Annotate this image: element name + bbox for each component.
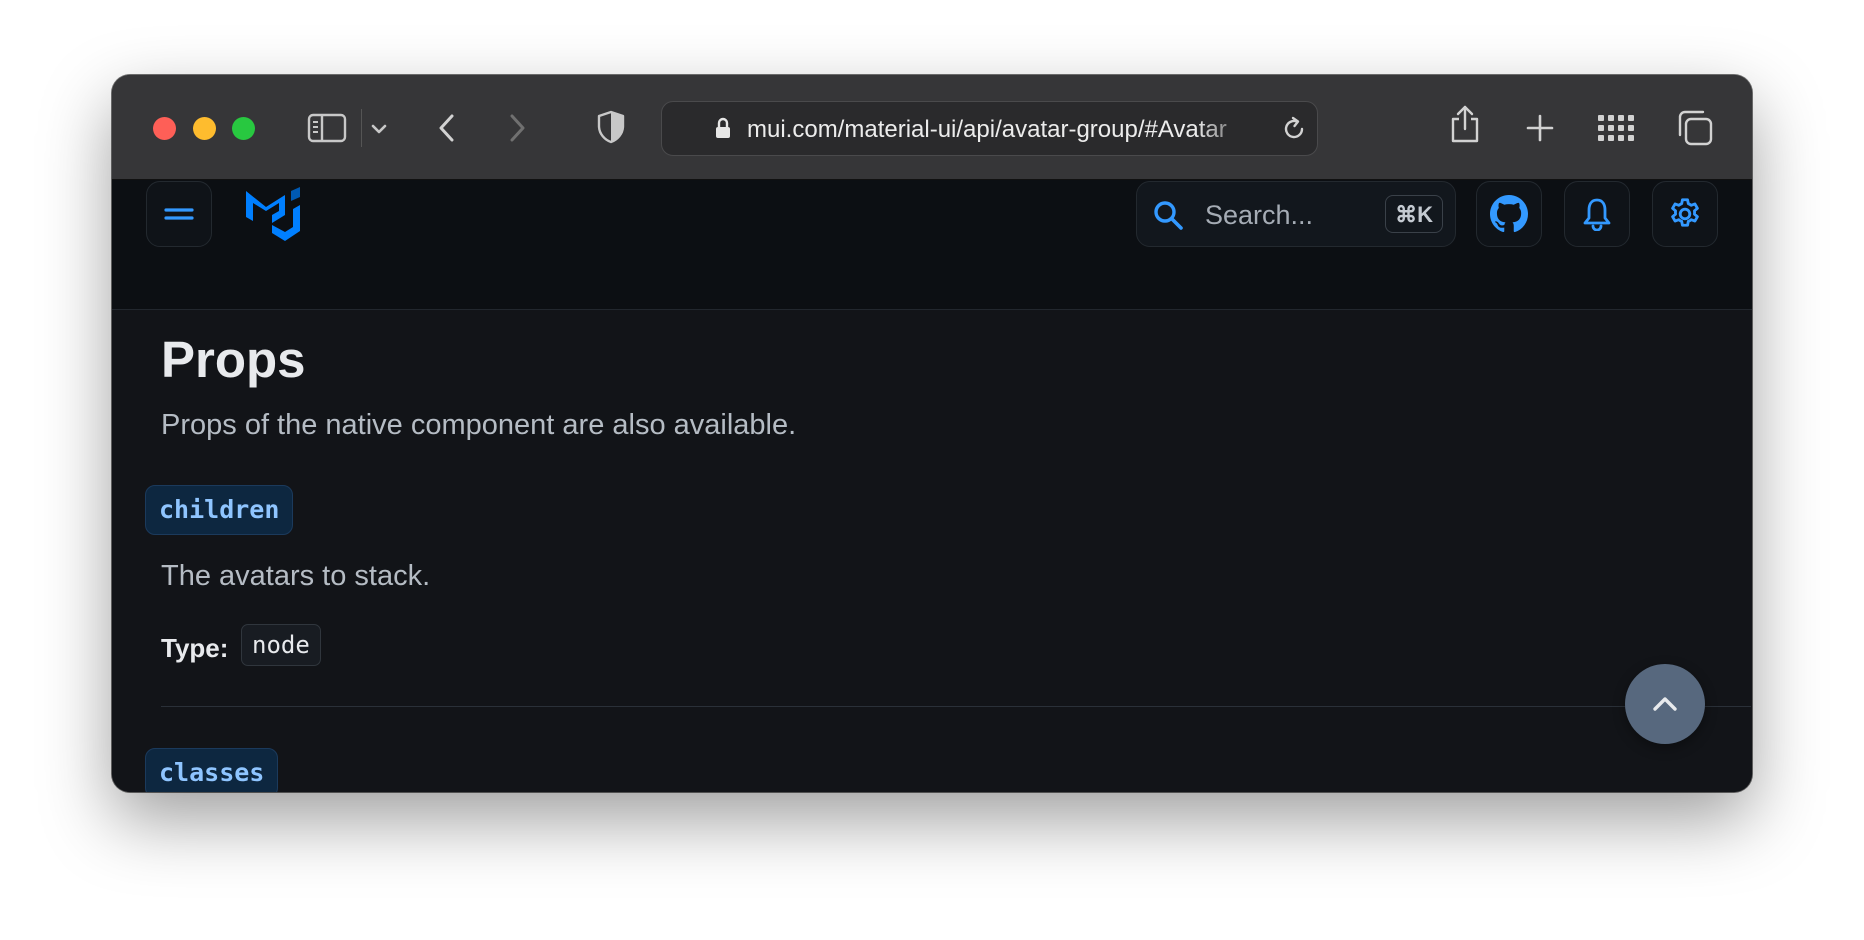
search-placeholder: Search... — [1205, 200, 1314, 230]
section-description: Props of the native component are also a… — [161, 409, 797, 441]
gear-icon — [1667, 196, 1703, 232]
search-shortcut-hint: ⌘K — [1385, 195, 1443, 233]
privacy-shield-icon[interactable] — [596, 109, 626, 145]
settings-button[interactable] — [1652, 181, 1718, 247]
github-button[interactable] — [1476, 181, 1542, 247]
screenshot-stage: mui.com/material-ui/api/avatar-group/#Av… — [0, 0, 1864, 940]
chevron-up-icon — [1650, 694, 1680, 714]
new-tab-icon[interactable] — [1523, 111, 1557, 145]
reload-icon[interactable] — [1280, 115, 1308, 143]
back-icon[interactable] — [434, 111, 460, 145]
sidebar-icon[interactable] — [306, 112, 348, 144]
prop-divider — [161, 706, 1751, 707]
search-icon — [1151, 198, 1185, 232]
prop-type-label: Type: — [161, 633, 229, 663]
lock-icon — [714, 116, 732, 140]
url-text: mui.com/material-ui/api/avatar-group/#Av… — [747, 116, 1227, 143]
notifications-button[interactable] — [1564, 181, 1630, 247]
zoom-window-button[interactable] — [232, 117, 255, 140]
main-content: Props Props of the native component are … — [112, 310, 1752, 792]
menu-button[interactable] — [146, 181, 212, 247]
browser-window: mui.com/material-ui/api/avatar-group/#Av… — [112, 75, 1752, 792]
scroll-to-top-button[interactable] — [1625, 664, 1705, 744]
prop-description: The avatars to stack. — [161, 560, 431, 592]
prop-type-value: node — [241, 624, 321, 666]
mui-logo[interactable] — [243, 186, 309, 242]
bell-icon — [1582, 197, 1612, 231]
grid-icon[interactable] — [1596, 111, 1636, 145]
search-input[interactable]: Search... ⌘K — [1136, 181, 1456, 247]
minimize-window-button[interactable] — [193, 117, 216, 140]
address-bar[interactable]: mui.com/material-ui/api/avatar-group/#Av… — [661, 101, 1318, 156]
tabs-overview-icon[interactable] — [1675, 108, 1715, 148]
forward-icon[interactable] — [504, 111, 530, 145]
chevron-down-icon[interactable] — [368, 119, 390, 139]
prop-name-children[interactable]: children — [145, 485, 294, 535]
github-icon — [1490, 195, 1528, 233]
prop-name-classes[interactable]: classes — [145, 748, 279, 792]
share-icon[interactable] — [1448, 103, 1482, 145]
close-window-button[interactable] — [153, 117, 176, 140]
browser-toolbar: mui.com/material-ui/api/avatar-group/#Av… — [112, 75, 1752, 180]
menu-icon — [164, 204, 194, 224]
section-title: Props — [161, 331, 306, 388]
